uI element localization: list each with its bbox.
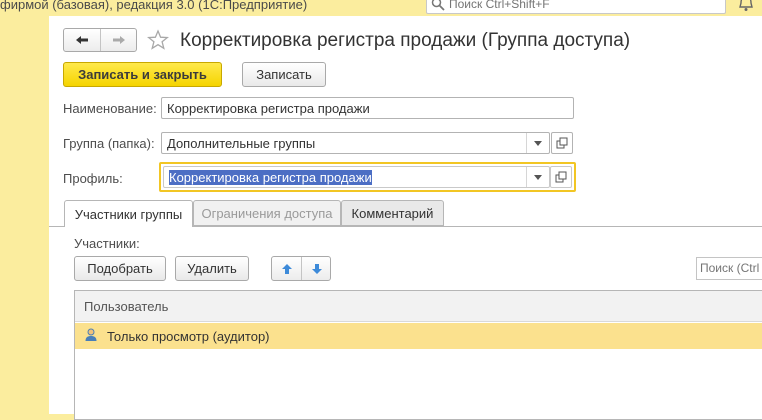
group-field[interactable]: Дополнительные группы [161,132,550,154]
move-down-button[interactable] [302,257,331,280]
group-dropdown-button[interactable] [526,133,549,153]
profile-dropdown-button[interactable] [526,167,549,187]
arrow-left-icon [75,33,89,48]
forward-button[interactable] [101,29,137,51]
arrow-up-icon [281,263,292,274]
left-panel [0,16,49,414]
global-search-input[interactable] [449,0,719,12]
profile-value: Корректировка регистра продажи [169,170,372,185]
save-and-close-button[interactable]: Записать и закрыть [63,62,222,87]
profile-field[interactable]: Корректировка регистра продажи [163,166,550,188]
save-button[interactable]: Записать [242,62,326,87]
profile-label: Профиль: [63,171,123,186]
open-window-icon [555,171,567,183]
user-name: Только просмотр (аудитор) [107,329,270,344]
tab-access-restrictions[interactable]: Ограничения доступа [193,200,341,226]
members-table: Пользователь Только просмотр (аудитор) [74,290,762,420]
column-header-user[interactable]: Пользователь [84,299,168,314]
delete-button[interactable]: Удалить [175,256,249,281]
group-open-button[interactable] [551,132,573,154]
members-search[interactable] [696,257,762,280]
star-icon[interactable] [146,29,170,54]
nav-buttons [63,28,137,52]
tab-divider [193,226,762,227]
name-value: Корректировка регистра продажи [167,101,370,116]
tab-divider [49,226,64,227]
open-window-icon [556,137,568,149]
back-button[interactable] [64,29,101,51]
search-icon [431,0,445,14]
members-search-input[interactable] [700,261,762,275]
arrow-down-icon [311,263,322,274]
bell-icon[interactable] [738,0,754,16]
members-label: Участники: [74,236,140,251]
tab-comment[interactable]: Комментарий [341,200,444,226]
global-search[interactable] [426,0,726,14]
profile-open-button[interactable] [550,166,572,188]
move-buttons [271,256,331,281]
app-title: фирмой (базовая), редакция 3.0 (1С:Предп… [0,0,308,12]
chevron-down-icon [534,174,542,180]
group-value: Дополнительные группы [167,136,316,151]
move-up-button[interactable] [272,257,302,280]
pick-button[interactable]: Подобрать [74,256,166,281]
arrow-right-icon [112,33,126,48]
profile-focus-frame: Корректировка регистра продажи [159,162,576,192]
tab-members[interactable]: Участники группы [64,200,193,227]
chevron-down-icon [534,140,542,146]
table-header: Пользователь [75,291,762,322]
name-label: Наименование: [63,101,157,116]
group-label: Группа (папка): [63,136,155,151]
name-field[interactable]: Корректировка регистра продажи [161,97,574,119]
table-row[interactable]: Только просмотр (аудитор) [75,323,762,349]
user-icon [84,328,98,345]
form-title: Корректировка регистра продажи (Группа д… [180,30,631,51]
